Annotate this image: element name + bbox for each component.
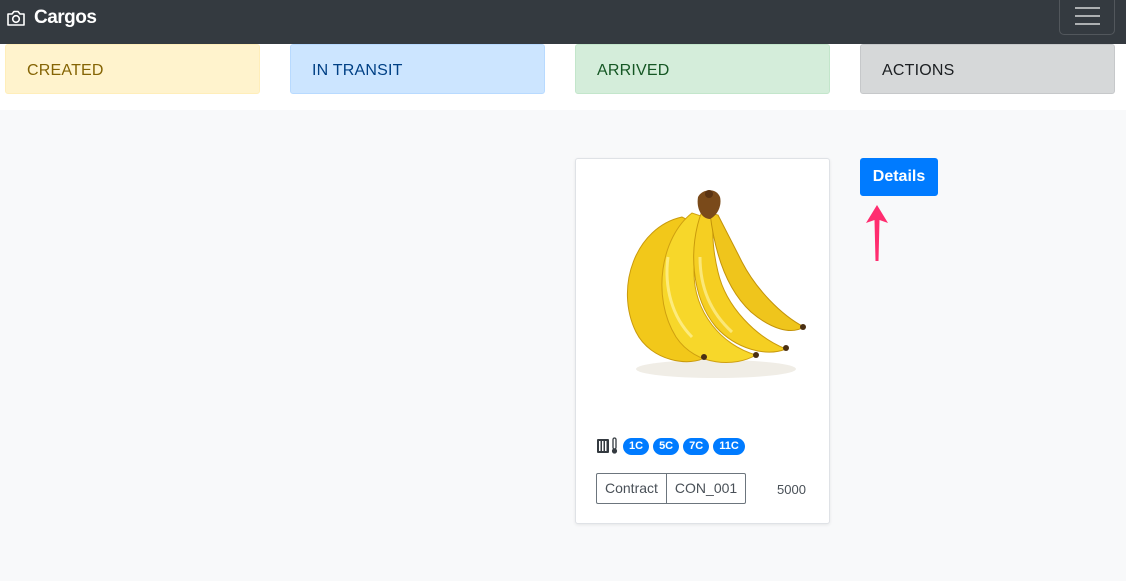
navbar-toggler-button[interactable]	[1059, 0, 1115, 35]
status-created[interactable]: CREATED	[5, 44, 260, 94]
status-arrived[interactable]: ARRIVED	[575, 44, 830, 94]
hamburger-icon	[1075, 7, 1100, 9]
contract-id: CON_001	[674, 480, 738, 496]
navbar: Cargos	[0, 0, 1126, 44]
arrow-up-icon	[866, 205, 888, 261]
cargo-amount: 5000	[777, 482, 806, 497]
camera-icon	[7, 10, 25, 26]
status-in-transit[interactable]: IN TRANSIT	[290, 44, 545, 94]
status-actions[interactable]: ACTIONS	[860, 44, 1115, 94]
brand-name: Cargos	[34, 7, 97, 28]
brand-link[interactable]: Cargos	[6, 7, 97, 29]
temperature-badge: 7C	[683, 437, 710, 455]
details-button[interactable]: Details	[860, 158, 938, 196]
status-bar: CREATED IN TRANSIT ARRIVED ACTIONS	[0, 44, 1126, 110]
temperature-badge: 1C	[623, 437, 650, 455]
temperature-badge: 11C	[713, 437, 745, 455]
banana-image	[627, 190, 806, 378]
contract-tag[interactable]: Contract CON_001	[596, 473, 747, 504]
temperature-sensor-icon	[597, 437, 618, 454]
temperature-badge: 5C	[653, 437, 680, 455]
contract-label: Contract	[597, 474, 667, 503]
temperature-list: 1C 5C 7C 11C	[596, 437, 749, 455]
cargo-card[interactable]: 1C 5C 7C 11C Contract CON_001 5000	[575, 158, 830, 524]
